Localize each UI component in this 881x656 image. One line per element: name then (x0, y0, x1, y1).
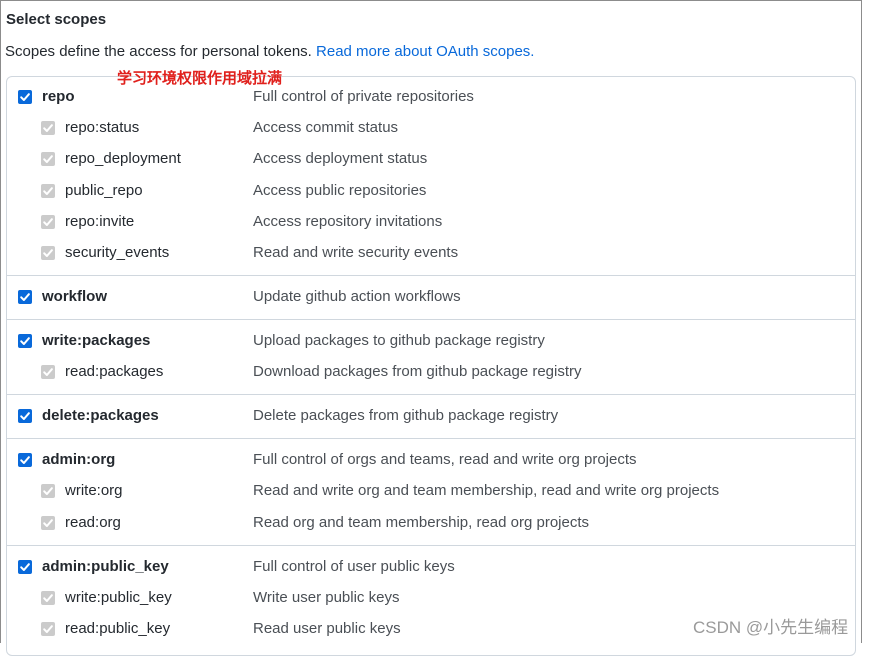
scope-row: repo Full control of private repositories (0, 87, 860, 109)
subscope-checkbox[interactable] (41, 591, 55, 605)
scope-name[interactable]: delete:packages (42, 407, 159, 424)
scope-row: read:org Read org and team membership, re… (0, 513, 860, 535)
subscope-checkbox[interactable] (41, 516, 55, 530)
subscope-checkbox[interactable] (41, 121, 55, 135)
scope-name[interactable]: read:public_key (65, 620, 170, 637)
scope-row: write:org Read and write org and team mem… (0, 481, 860, 503)
scope-name[interactable]: write:public_key (65, 589, 172, 606)
scope-description: Download packages from github package re… (253, 363, 582, 380)
checkmark-icon (43, 594, 53, 602)
scope-description: Full control of private repositories (253, 88, 474, 105)
checkmark-icon (20, 337, 30, 345)
subscope-checkbox[interactable] (41, 152, 55, 166)
scope-description: Full control of user public keys (253, 558, 455, 575)
scope-checkbox[interactable] (18, 560, 32, 574)
checkmark-icon (43, 155, 53, 163)
watermark: CSDN @小先生编程 (693, 618, 849, 637)
scope-checkbox[interactable] (18, 409, 32, 423)
scope-description: Read user public keys (253, 620, 401, 637)
checkmark-icon (43, 368, 53, 376)
scope-description: Read and write security events (253, 244, 459, 261)
scopes-description-text: Scopes define the access for personal to… (5, 43, 317, 60)
scope-description: Update github action workflows (253, 288, 461, 305)
scope-row: admin:org Full control of orgs and teams,… (0, 450, 860, 472)
scope-checkbox[interactable] (18, 90, 32, 104)
scope-name[interactable]: read:packages (65, 363, 163, 380)
subscope-checkbox[interactable] (41, 365, 55, 379)
scope-row: admin:public_key Full control of user pub… (0, 557, 860, 579)
scope-description: Access public repositories (253, 182, 427, 199)
scope-name[interactable]: repo:status (65, 119, 139, 136)
scope-row: security_events Read and write security e… (0, 243, 860, 265)
checkmark-icon (20, 293, 30, 301)
page-title: Select scopes (6, 11, 107, 28)
oauth-scopes-link[interactable]: Read more about OAuth scopes. (316, 43, 534, 60)
scope-row: public_repo Access public repositories (0, 181, 860, 203)
scope-row: repo_deployment Access deployment status (0, 149, 860, 171)
scope-checkbox[interactable] (18, 453, 32, 467)
checkmark-icon (43, 187, 53, 195)
scope-description: Access repository invitations (253, 213, 443, 230)
subscope-checkbox[interactable] (41, 484, 55, 498)
checkmark-icon (43, 124, 53, 132)
subscope-checkbox[interactable] (41, 184, 55, 198)
scope-description: Delete packages from github package regi… (253, 407, 559, 424)
subscope-checkbox[interactable] (41, 246, 55, 260)
scope-row: delete:packages Delete packages from gith… (0, 406, 860, 428)
scope-name[interactable]: repo (42, 88, 75, 105)
scope-name[interactable]: repo:invite (65, 213, 134, 230)
scope-checkbox[interactable] (18, 290, 32, 304)
scope-row: workflow Update github action workflows (0, 287, 860, 309)
scope-description: Access deployment status (253, 150, 428, 167)
scope-description: Upload packages to github package regist… (253, 332, 545, 349)
checkmark-icon (20, 93, 30, 101)
scope-description: Read org and team membership, read org p… (253, 514, 590, 531)
scope-description: Full control of orgs and teams, read and… (253, 451, 637, 468)
scope-name[interactable]: admin:org (42, 451, 115, 468)
checkmark-icon (43, 218, 53, 226)
scope-name[interactable]: public_repo (65, 182, 143, 199)
subscope-checkbox[interactable] (41, 215, 55, 229)
scope-description: Access commit status (253, 119, 399, 136)
scope-group-divider (6, 319, 856, 320)
checkmark-icon (20, 412, 30, 420)
scope-name[interactable]: read:org (65, 514, 121, 531)
scope-name[interactable]: security_events (65, 244, 169, 261)
scope-name[interactable]: write:packages (42, 332, 150, 349)
scope-checkbox[interactable] (18, 334, 32, 348)
scope-name[interactable]: write:org (65, 482, 123, 499)
checkmark-icon (43, 487, 53, 495)
checkmark-icon (43, 519, 53, 527)
checkmark-icon (43, 249, 53, 257)
annotation-text: 学习环境权限作用域拉满 (117, 70, 283, 87)
scope-group-divider (6, 438, 856, 439)
scopes-description: Scopes define the access for personal to… (5, 43, 534, 60)
scope-row: repo:invite Access repository invitations (0, 212, 860, 234)
subscope-checkbox[interactable] (41, 622, 55, 636)
scope-name[interactable]: repo_deployment (65, 150, 181, 167)
scope-row: read:packages Download packages from gith… (0, 362, 860, 384)
checkmark-icon (43, 625, 53, 633)
scope-description: Read and write org and team membership, … (253, 482, 720, 499)
scope-row: write:public_key Write user public keys (0, 588, 860, 610)
scope-group-divider (6, 394, 856, 395)
scope-name[interactable]: workflow (42, 288, 107, 305)
scope-group-divider (6, 545, 856, 546)
scope-row: write:packages Upload packages to github … (0, 331, 860, 353)
checkmark-icon (20, 563, 30, 571)
scope-description: Write user public keys (253, 589, 400, 606)
checkmark-icon (20, 456, 30, 464)
scope-name[interactable]: admin:public_key (42, 558, 169, 575)
scope-group-divider (6, 275, 856, 276)
scope-row: repo:status Access commit status (0, 118, 860, 140)
